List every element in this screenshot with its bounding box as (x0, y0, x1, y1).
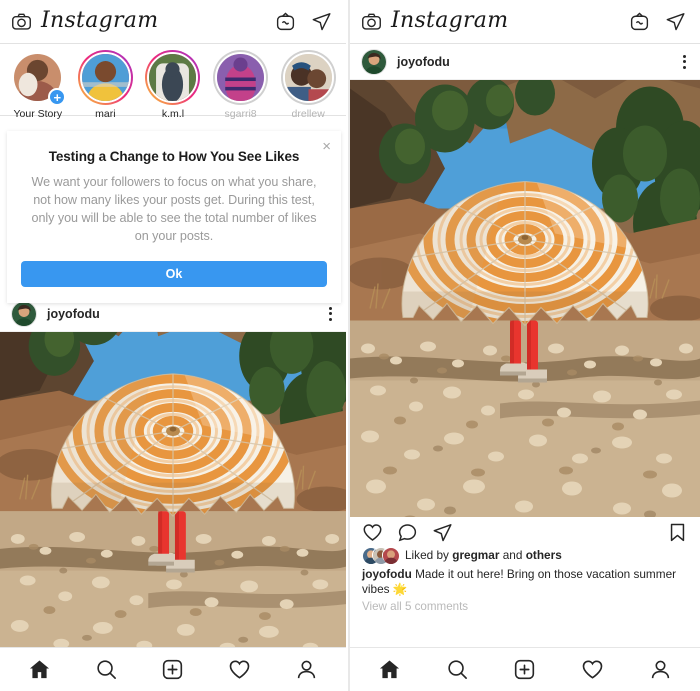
post-username-left[interactable]: joyofodu (47, 307, 100, 321)
liked-by-prefix: Liked by (405, 548, 449, 562)
nav-profile-right[interactable] (649, 658, 672, 681)
liked-by-row[interactable]: Liked by gregmar and others (362, 547, 688, 563)
story-ring-2 (145, 50, 201, 105)
post-caption-block: Liked by gregmar and others joyofodu Mad… (350, 547, 700, 613)
post-header-right: joyofodu (350, 44, 700, 80)
story-item-2[interactable]: k.m.l (141, 50, 205, 120)
post-image-right[interactable] (350, 80, 700, 517)
nav-new-post-left[interactable] (161, 658, 184, 681)
brand-right: Instagram (361, 7, 509, 34)
ok-button[interactable]: Ok (21, 261, 327, 287)
story-ring-1 (77, 50, 133, 105)
nav-activity-left[interactable] (228, 658, 251, 681)
dialog-title: Testing a Change to How You See Likes (48, 149, 300, 164)
story-avatar-1 (79, 52, 131, 103)
nav-new-post-right[interactable] (513, 658, 536, 681)
story-avatar-2 (147, 52, 199, 103)
post-username-right[interactable]: joyofodu (397, 55, 450, 69)
share-icon[interactable] (432, 522, 453, 543)
caption-line: joyofodu Made it out here! Bring on thos… (362, 567, 688, 597)
liked-by-username[interactable]: gregmar (452, 548, 499, 562)
nav-home-right[interactable] (378, 658, 401, 681)
caption-username[interactable]: joyofodu (362, 567, 412, 581)
camera-icon[interactable] (11, 11, 32, 32)
liked-by-join: and (502, 548, 523, 562)
nav-search-right[interactable] (446, 658, 469, 681)
feed-filler (350, 613, 700, 647)
like-icon[interactable] (362, 522, 383, 543)
story-ring-0: + (10, 50, 67, 106)
bottom-nav-left[interactable] (0, 647, 346, 691)
likes-test-dialog: × Testing a Change to How You See Likes … (7, 131, 341, 303)
app-title-left: Instagram (41, 7, 159, 33)
story-avatar-4 (282, 52, 334, 103)
igtv-icon[interactable] (275, 11, 296, 32)
appbar-actions-left (275, 11, 335, 32)
nav-search-left[interactable] (95, 658, 118, 681)
liked-by-text: Liked by gregmar and others (405, 548, 562, 562)
post-avatar-left[interactable] (11, 300, 37, 327)
nav-home-left[interactable] (28, 658, 51, 681)
story-label-1: mari (95, 108, 116, 120)
story-label-3: sgarri8 (224, 108, 257, 120)
post-options-icon-left[interactable] (329, 306, 335, 321)
story-item-4[interactable]: drellew (276, 50, 340, 120)
comparison-screenshot: Instagram + Your Story mari k.m.l sgarri… (0, 0, 700, 691)
stories-tray[interactable]: + Your Story mari k.m.l sgarri8 drellew (0, 44, 346, 120)
right-phone-panel: Instagram joyofodu Liked by gregmar and … (350, 0, 700, 691)
liked-by-others[interactable]: others (526, 548, 562, 562)
app-bar-right: Instagram (350, 0, 700, 44)
appbar-actions-right (629, 11, 689, 32)
igtv-icon[interactable] (629, 11, 650, 32)
left-phone-panel: Instagram + Your Story mari k.m.l sgarri… (0, 0, 348, 691)
bookmark-icon[interactable] (667, 522, 688, 543)
nav-activity-right[interactable] (581, 658, 604, 681)
story-label-0: Your Story (13, 108, 63, 120)
view-comments-link[interactable]: View all 5 comments (362, 600, 688, 613)
close-icon[interactable]: × (322, 139, 331, 154)
post-options-icon-right[interactable] (683, 54, 689, 69)
app-title-right: Instagram (391, 7, 509, 33)
camera-icon[interactable] (361, 11, 382, 32)
add-story-icon[interactable]: + (48, 88, 67, 106)
post-actions (350, 517, 700, 547)
brand-left: Instagram (11, 7, 159, 34)
nav-profile-left[interactable] (295, 658, 318, 681)
story-label-4: drellew (291, 108, 325, 120)
liker-avatars (362, 547, 398, 563)
dialog-body: We want your followers to focus on what … (31, 175, 317, 243)
story-avatar-3 (215, 52, 267, 103)
story-ring-4 (280, 50, 336, 105)
app-bar-left: Instagram (0, 0, 346, 44)
direct-message-icon[interactable] (311, 11, 332, 32)
story-item-3[interactable]: sgarri8 (209, 50, 273, 120)
post-avatar-right[interactable] (361, 48, 387, 75)
direct-message-icon[interactable] (665, 11, 686, 32)
bottom-nav-right[interactable] (350, 647, 700, 691)
story-item-1[interactable]: mari (74, 50, 138, 120)
comment-icon[interactable] (397, 522, 418, 543)
liker-avatar-3 (382, 547, 398, 563)
story-label-2: k.m.l (161, 108, 185, 120)
post-image-left[interactable] (0, 332, 346, 647)
story-ring-3 (213, 50, 269, 105)
story-item-0[interactable]: + Your Story (6, 50, 70, 120)
